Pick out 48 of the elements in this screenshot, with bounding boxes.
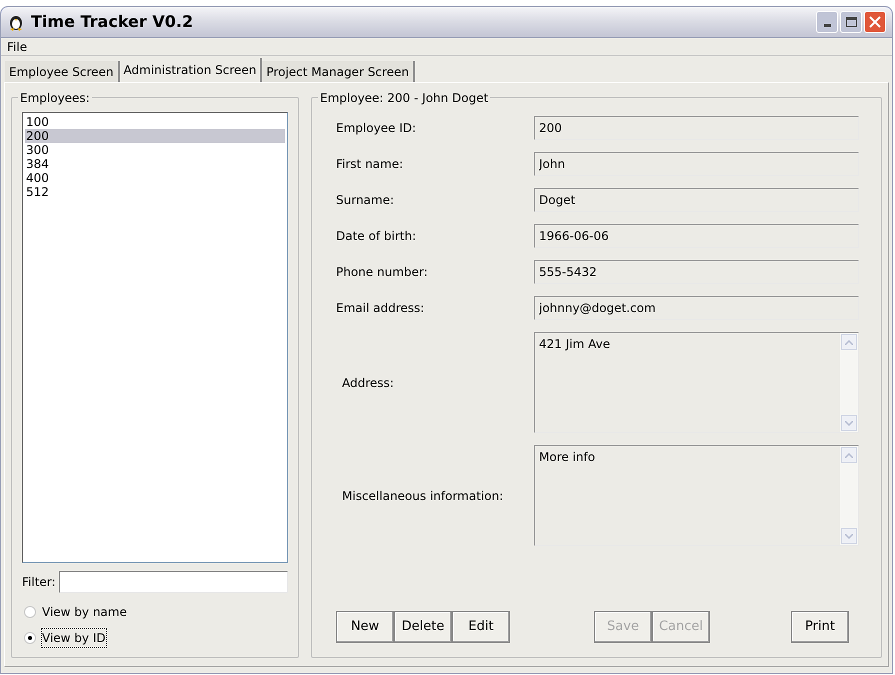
scrollbar[interactable] xyxy=(840,333,858,432)
text-field[interactable]: 555-5432 xyxy=(534,260,859,284)
tab[interactable]: Project Manager Screen xyxy=(262,61,415,82)
action-button[interactable]: Delete xyxy=(394,611,452,643)
action-button[interactable]: Edit xyxy=(452,611,510,643)
field-label: Email address: xyxy=(336,300,426,317)
tab[interactable]: Employee Screen xyxy=(5,61,120,82)
scroll-down-icon[interactable] xyxy=(841,528,857,544)
radio-label[interactable]: View by name xyxy=(42,603,127,621)
field-label: Miscellaneous information: xyxy=(341,488,504,504)
list-item[interactable]: 200 xyxy=(25,129,285,143)
list-item[interactable]: 100 xyxy=(25,115,285,129)
text-field[interactable]: 200 xyxy=(534,116,859,140)
radio-label[interactable]: View by ID xyxy=(42,629,106,647)
list-item[interactable]: 512 xyxy=(25,185,285,199)
field-value: More info xyxy=(538,449,596,466)
text-field[interactable]: 1966-06-06 xyxy=(534,224,859,248)
text-field[interactable]: Doget xyxy=(534,188,859,212)
radio-button[interactable] xyxy=(24,606,36,618)
scroll-up-icon[interactable] xyxy=(841,334,857,350)
minimize-button[interactable] xyxy=(816,11,838,33)
scrollbar[interactable] xyxy=(840,446,858,545)
list-item[interactable]: 400 xyxy=(25,171,285,185)
text-area[interactable]: 421 Jim Ave xyxy=(534,332,859,433)
close-button[interactable] xyxy=(864,11,886,33)
field-label: Surname: xyxy=(336,192,396,209)
scroll-down-icon[interactable] xyxy=(841,415,857,431)
action-button[interactable]: New xyxy=(336,611,394,643)
maximize-button[interactable] xyxy=(840,11,862,33)
filter-field[interactable] xyxy=(58,571,288,593)
text-area[interactable]: More info xyxy=(534,445,859,546)
radio-button[interactable] xyxy=(24,632,36,644)
field-label: First name: xyxy=(336,156,404,173)
field-value: 421 Jim Ave xyxy=(538,336,612,353)
field-label: Employee ID: xyxy=(336,120,418,137)
close-icon xyxy=(869,16,881,28)
menu-item[interactable]: File xyxy=(5,38,30,56)
window-title: Time Tracker V0.2 xyxy=(31,11,194,33)
action-button[interactable]: Print xyxy=(791,611,849,643)
list-item[interactable]: 384 xyxy=(25,157,285,171)
filter-label: Filter: xyxy=(22,574,56,591)
field-label: Address: xyxy=(341,374,395,392)
field-label: Date of birth: xyxy=(336,228,418,245)
penguin-icon xyxy=(7,13,25,31)
list-item[interactable]: 300 xyxy=(25,143,285,157)
text-field[interactable]: johnny@doget.com xyxy=(534,296,859,320)
scroll-up-icon[interactable] xyxy=(841,447,857,463)
field-label: Phone number: xyxy=(336,264,429,281)
